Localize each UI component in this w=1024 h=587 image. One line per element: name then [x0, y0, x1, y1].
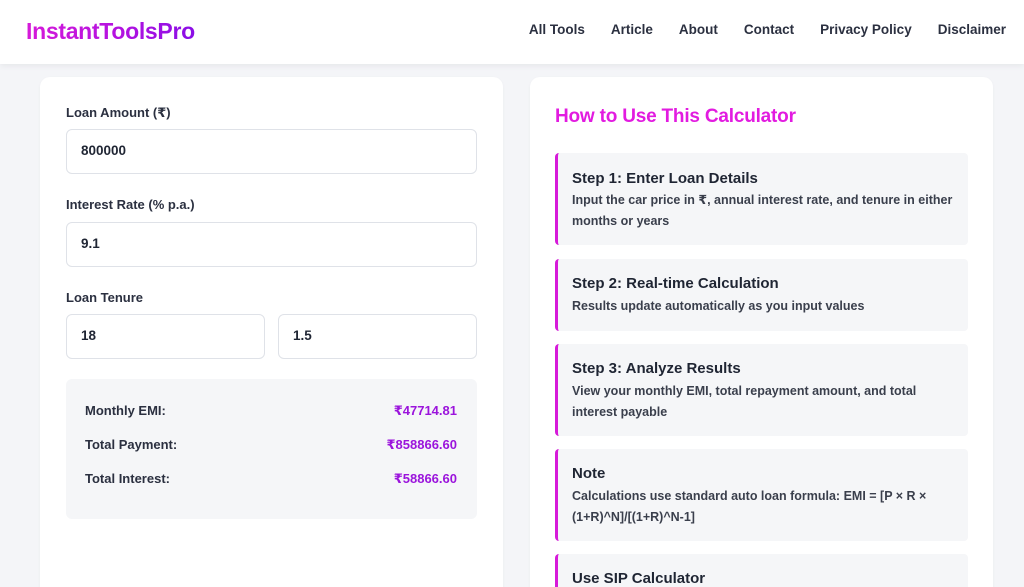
- sip-calculator-title[interactable]: Use SIP Calculator: [572, 570, 705, 587]
- note-desc: Calculations use standard auto loan form…: [572, 489, 927, 524]
- site-header: InstantToolsPro All Tools Article About …: [0, 0, 1024, 64]
- loan-tenure-label: Loan Tenure: [66, 290, 144, 305]
- results-panel: Monthly EMI: ₹47714.81 Total Payment: ₹8…: [66, 379, 477, 519]
- total-interest-value: ₹58866.60: [393, 471, 457, 486]
- nav-disclaimer[interactable]: Disclaimer: [938, 22, 1006, 37]
- calculator-card: Loan Amount (₹) 800000 Interest Rate (% …: [40, 77, 503, 587]
- interest-rate-input[interactable]: 9.1: [66, 222, 477, 267]
- step-2-title: Step 2: Real-time Calculation: [572, 275, 779, 292]
- step-2: Step 2: Real-time Calculation Results up…: [555, 259, 968, 331]
- nav-privacy-policy[interactable]: Privacy Policy: [820, 22, 912, 37]
- loan-amount-label: Loan Amount (₹): [66, 105, 171, 120]
- main-nav: All Tools Article About Contact Privacy …: [503, 22, 1006, 37]
- step-3: Step 3: Analyze Results View your monthl…: [555, 344, 968, 436]
- step-1-title: Step 1: Enter Loan Details: [572, 170, 758, 187]
- how-to-title: How to Use This Calculator: [555, 106, 796, 127]
- step-1: Step 1: Enter Loan Details Input the car…: [555, 153, 968, 245]
- step-3-title: Step 3: Analyze Results: [572, 360, 741, 377]
- total-payment-label: Total Payment:: [85, 437, 178, 452]
- nav-article[interactable]: Article: [611, 22, 653, 37]
- site-logo[interactable]: InstantToolsPro: [26, 18, 195, 45]
- interest-rate-label: Interest Rate (% p.a.): [66, 197, 195, 212]
- monthly-emi-value: ₹47714.81: [393, 403, 457, 418]
- tenure-years-input[interactable]: 1.5: [278, 314, 477, 359]
- loan-amount-input[interactable]: 800000: [66, 129, 477, 174]
- sip-calculator-link[interactable]: Use SIP Calculator: [555, 554, 968, 587]
- monthly-emi-label: Monthly EMI:: [85, 403, 166, 418]
- total-payment-value: ₹858866.60: [386, 437, 458, 452]
- how-to-card: How to Use This Calculator Step 1: Enter…: [530, 77, 993, 587]
- note-box: Note Calculations use standard auto loan…: [555, 449, 968, 541]
- total-interest-label: Total Interest:: [85, 471, 170, 486]
- total-interest-row: Total Interest: ₹58866.60: [85, 471, 457, 491]
- step-2-desc: Results update automatically as you inpu…: [572, 299, 865, 313]
- step-3-desc: View your monthly EMI, total repayment a…: [572, 384, 917, 419]
- nav-all-tools[interactable]: All Tools: [529, 22, 585, 37]
- monthly-emi-row: Monthly EMI: ₹47714.81: [85, 403, 457, 423]
- tenure-months-input[interactable]: 18: [66, 314, 265, 359]
- step-1-desc: Input the car price in ₹, annual interes…: [572, 193, 953, 228]
- nav-contact[interactable]: Contact: [744, 22, 794, 37]
- total-payment-row: Total Payment: ₹858866.60: [85, 437, 457, 457]
- nav-about[interactable]: About: [679, 22, 718, 37]
- note-title: Note: [572, 465, 606, 482]
